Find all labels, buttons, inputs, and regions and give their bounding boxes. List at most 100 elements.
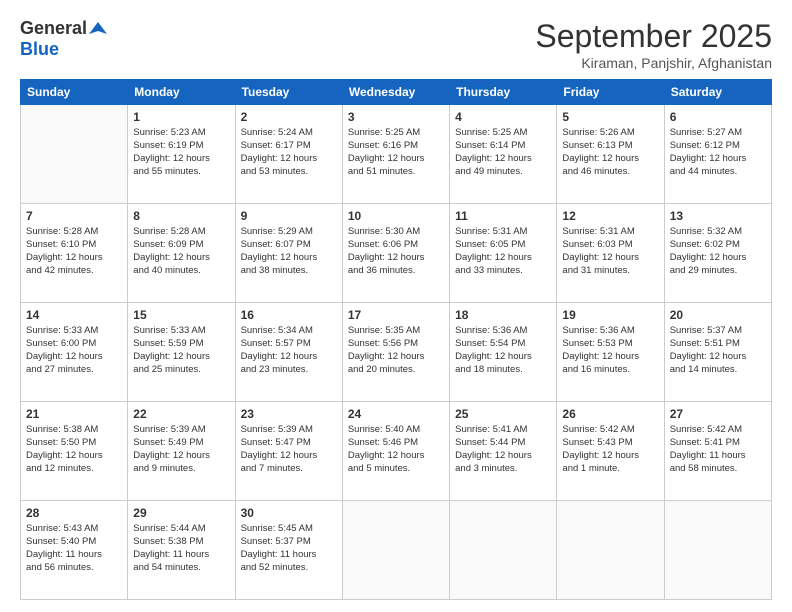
day-info-line: Sunrise: 5:31 AM xyxy=(455,226,551,239)
day-info-line: Sunset: 6:13 PM xyxy=(562,140,658,153)
day-info-line: Sunset: 6:14 PM xyxy=(455,140,551,153)
day-number: 24 xyxy=(348,406,444,422)
day-info-line: Sunset: 5:51 PM xyxy=(670,338,766,351)
calendar-cell: 14Sunrise: 5:33 AMSunset: 6:00 PMDayligh… xyxy=(21,303,128,402)
location: Kiraman, Panjshir, Afghanistan xyxy=(535,55,772,71)
calendar-cell: 30Sunrise: 5:45 AMSunset: 5:37 PMDayligh… xyxy=(235,501,342,600)
calendar-cell: 4Sunrise: 5:25 AMSunset: 6:14 PMDaylight… xyxy=(450,105,557,204)
day-info-line: and 53 minutes. xyxy=(241,166,337,179)
day-number: 19 xyxy=(562,307,658,323)
day-info-line: Sunrise: 5:37 AM xyxy=(670,325,766,338)
day-info-line: and 38 minutes. xyxy=(241,265,337,278)
day-info-line: Sunset: 6:17 PM xyxy=(241,140,337,153)
day-info-line: Sunrise: 5:34 AM xyxy=(241,325,337,338)
day-info-line: Daylight: 12 hours xyxy=(562,450,658,463)
day-number: 11 xyxy=(455,208,551,224)
col-header-tuesday: Tuesday xyxy=(235,80,342,105)
day-number: 1 xyxy=(133,109,229,125)
calendar-cell: 23Sunrise: 5:39 AMSunset: 5:47 PMDayligh… xyxy=(235,402,342,501)
day-info-line: Daylight: 12 hours xyxy=(562,153,658,166)
day-info-line: and 27 minutes. xyxy=(26,364,122,377)
day-info-line: Daylight: 12 hours xyxy=(26,351,122,364)
day-info-line: Sunrise: 5:27 AM xyxy=(670,127,766,140)
calendar-cell: 25Sunrise: 5:41 AMSunset: 5:44 PMDayligh… xyxy=(450,402,557,501)
day-info-line: Sunset: 5:47 PM xyxy=(241,437,337,450)
day-info-line: Daylight: 12 hours xyxy=(241,450,337,463)
day-number: 14 xyxy=(26,307,122,323)
day-number: 26 xyxy=(562,406,658,422)
day-info-line: and 44 minutes. xyxy=(670,166,766,179)
day-info-line: Sunset: 5:43 PM xyxy=(562,437,658,450)
day-info-line: Sunset: 5:49 PM xyxy=(133,437,229,450)
day-info-line: Sunrise: 5:44 AM xyxy=(133,523,229,536)
day-info-line: Sunrise: 5:28 AM xyxy=(26,226,122,239)
calendar-cell: 20Sunrise: 5:37 AMSunset: 5:51 PMDayligh… xyxy=(664,303,771,402)
calendar-cell: 22Sunrise: 5:39 AMSunset: 5:49 PMDayligh… xyxy=(128,402,235,501)
day-info-line: Daylight: 12 hours xyxy=(133,450,229,463)
calendar-cell: 24Sunrise: 5:40 AMSunset: 5:46 PMDayligh… xyxy=(342,402,449,501)
day-info-line: Sunrise: 5:24 AM xyxy=(241,127,337,140)
day-number: 29 xyxy=(133,505,229,521)
day-number: 12 xyxy=(562,208,658,224)
day-info-line: and 33 minutes. xyxy=(455,265,551,278)
calendar-cell: 2Sunrise: 5:24 AMSunset: 6:17 PMDaylight… xyxy=(235,105,342,204)
day-number: 18 xyxy=(455,307,551,323)
day-number: 17 xyxy=(348,307,444,323)
title-area: September 2025 Kiraman, Panjshir, Afghan… xyxy=(535,18,772,71)
calendar-cell: 21Sunrise: 5:38 AMSunset: 5:50 PMDayligh… xyxy=(21,402,128,501)
day-number: 16 xyxy=(241,307,337,323)
calendar-week-2: 7Sunrise: 5:28 AMSunset: 6:10 PMDaylight… xyxy=(21,204,772,303)
day-info-line: and 1 minute. xyxy=(562,463,658,476)
day-info-line: Sunrise: 5:39 AM xyxy=(133,424,229,437)
day-info-line: and 14 minutes. xyxy=(670,364,766,377)
day-info-line: and 52 minutes. xyxy=(241,562,337,575)
calendar-cell: 29Sunrise: 5:44 AMSunset: 5:38 PMDayligh… xyxy=(128,501,235,600)
day-info-line: Sunrise: 5:40 AM xyxy=(348,424,444,437)
day-info-line: Daylight: 12 hours xyxy=(133,252,229,265)
day-info-line: Sunset: 6:10 PM xyxy=(26,239,122,252)
day-number: 5 xyxy=(562,109,658,125)
calendar-cell xyxy=(342,501,449,600)
day-info-line: Sunset: 5:54 PM xyxy=(455,338,551,351)
day-info-line: Sunrise: 5:28 AM xyxy=(133,226,229,239)
day-info-line: Daylight: 12 hours xyxy=(670,153,766,166)
day-info-line: Daylight: 12 hours xyxy=(455,153,551,166)
calendar-header-row: SundayMondayTuesdayWednesdayThursdayFrid… xyxy=(21,80,772,105)
day-number: 6 xyxy=(670,109,766,125)
day-info-line: Sunrise: 5:42 AM xyxy=(670,424,766,437)
day-info-line: Daylight: 12 hours xyxy=(26,450,122,463)
day-info-line: and 18 minutes. xyxy=(455,364,551,377)
day-info-line: Sunset: 5:53 PM xyxy=(562,338,658,351)
day-info-line: Daylight: 12 hours xyxy=(348,351,444,364)
calendar-cell: 6Sunrise: 5:27 AMSunset: 6:12 PMDaylight… xyxy=(664,105,771,204)
day-info-line: Sunrise: 5:30 AM xyxy=(348,226,444,239)
day-info-line: and 58 minutes. xyxy=(670,463,766,476)
day-info-line: Daylight: 12 hours xyxy=(348,252,444,265)
day-info-line: and 20 minutes. xyxy=(348,364,444,377)
col-header-wednesday: Wednesday xyxy=(342,80,449,105)
col-header-saturday: Saturday xyxy=(664,80,771,105)
calendar-cell: 17Sunrise: 5:35 AMSunset: 5:56 PMDayligh… xyxy=(342,303,449,402)
day-info-line: Daylight: 11 hours xyxy=(241,549,337,562)
logo-text-blue: Blue xyxy=(20,39,59,59)
day-number: 7 xyxy=(26,208,122,224)
day-info-line: Sunrise: 5:36 AM xyxy=(455,325,551,338)
day-info-line: Daylight: 12 hours xyxy=(455,450,551,463)
day-info-line: Daylight: 12 hours xyxy=(670,252,766,265)
calendar-cell: 8Sunrise: 5:28 AMSunset: 6:09 PMDaylight… xyxy=(128,204,235,303)
day-info-line: Sunrise: 5:26 AM xyxy=(562,127,658,140)
calendar-cell: 1Sunrise: 5:23 AMSunset: 6:19 PMDaylight… xyxy=(128,105,235,204)
calendar-cell: 9Sunrise: 5:29 AMSunset: 6:07 PMDaylight… xyxy=(235,204,342,303)
day-info-line: Sunset: 5:50 PM xyxy=(26,437,122,450)
day-info-line: Sunrise: 5:31 AM xyxy=(562,226,658,239)
calendar-cell: 27Sunrise: 5:42 AMSunset: 5:41 PMDayligh… xyxy=(664,402,771,501)
day-info-line: Sunset: 5:57 PM xyxy=(241,338,337,351)
day-number: 2 xyxy=(241,109,337,125)
col-header-sunday: Sunday xyxy=(21,80,128,105)
day-info-line: and 36 minutes. xyxy=(348,265,444,278)
calendar-cell xyxy=(450,501,557,600)
day-number: 4 xyxy=(455,109,551,125)
day-info-line: Sunrise: 5:32 AM xyxy=(670,226,766,239)
calendar-cell: 28Sunrise: 5:43 AMSunset: 5:40 PMDayligh… xyxy=(21,501,128,600)
day-number: 30 xyxy=(241,505,337,521)
